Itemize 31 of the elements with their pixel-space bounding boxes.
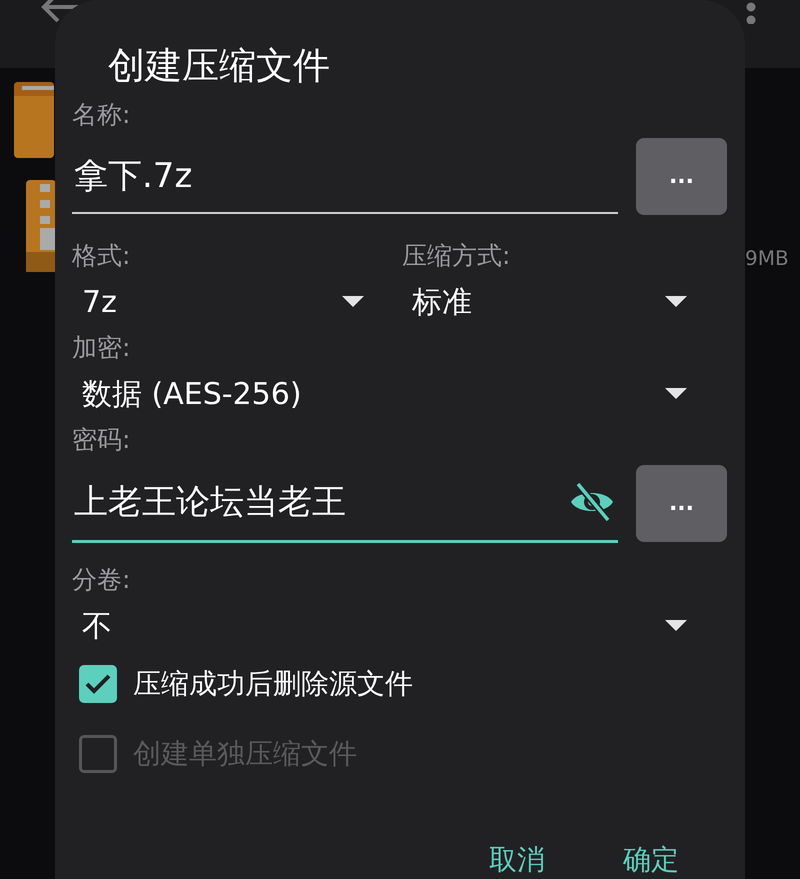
checkmark-icon — [84, 673, 112, 695]
dialog-button[interactable]: 确定 — [623, 841, 679, 879]
checkbox-label: 创建单独压缩文件 — [133, 736, 357, 772]
field-label: 密码: — [72, 424, 132, 456]
name-field[interactable]: 拿下.7z — [72, 156, 618, 196]
dropdown[interactable]: 标准 — [402, 279, 705, 325]
more-icon[interactable] — [744, 0, 758, 24]
dropdown[interactable]: 不 — [72, 603, 705, 649]
field-label: 加密: — [72, 332, 132, 364]
field-label: 分卷: — [72, 564, 132, 596]
dropdown[interactable]: 数据 (AES-256) — [72, 371, 705, 417]
archive-file-icon — [26, 180, 56, 272]
dropdown-caret-icon — [665, 620, 687, 632]
back-arrow-icon[interactable] — [40, 0, 80, 22]
checkbox-label: 压缩成功后删除源文件 — [133, 666, 413, 702]
folder-icon — [14, 82, 54, 158]
password-field[interactable]: 上老王论坛当老王 — [72, 482, 568, 522]
dialog-button[interactable]: 取消 — [489, 841, 545, 879]
eye-off-icon[interactable] — [568, 482, 616, 522]
dropdown-caret-icon — [665, 296, 687, 308]
file-size: 9MB — [745, 246, 789, 270]
dropdown[interactable]: 7z — [72, 279, 382, 325]
dialog-title: 创建压缩文件 — [108, 43, 331, 89]
dropdown-caret-icon — [342, 296, 364, 308]
dropdown-caret-icon — [665, 388, 687, 400]
field-label: 压缩方式: — [402, 240, 512, 272]
browse-button[interactable]: ... — [636, 138, 727, 215]
browse-button[interactable]: ... — [636, 464, 727, 542]
field-label: 名称: — [72, 99, 132, 131]
checkbox[interactable] — [79, 665, 117, 703]
field-label: 格式: — [72, 240, 132, 272]
